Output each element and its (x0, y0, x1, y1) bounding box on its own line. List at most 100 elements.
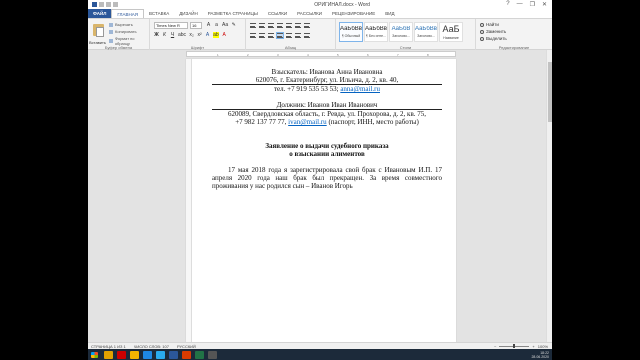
save-icon[interactable] (99, 2, 104, 7)
select-icon (480, 36, 484, 41)
tab-insert[interactable]: ВСТАВКА (144, 9, 174, 18)
style-heading-2[interactable]: АаБбВвГ Заголово... (414, 22, 438, 42)
letterbox-left (0, 0, 88, 360)
claimant-contacts: тел. +7 919 535 53 53; anna@mail.ru (212, 85, 442, 93)
quick-access-toolbar (88, 2, 178, 7)
show-marks-icon[interactable] (304, 23, 310, 28)
sort-icon[interactable] (295, 23, 301, 28)
strikethrough-button[interactable]: abc (178, 32, 186, 38)
screen: ОРИГИНАЛ.docx - Word ? — ❐ ✕ ФАЙЛ ГЛАВНА… (0, 0, 640, 360)
word-taskbar-icon[interactable] (169, 350, 178, 359)
redo-icon[interactable] (113, 2, 118, 7)
ribbon-tabs: ФАЙЛ ГЛАВНАЯ ВСТАВКА ДИЗАЙН РАЗМЕТКА СТР… (88, 9, 552, 18)
zoom-in-button[interactable]: + (532, 344, 534, 349)
undo-icon[interactable] (106, 2, 111, 7)
decrease-indent-icon[interactable] (277, 23, 283, 28)
tab-mailings[interactable]: РАССЫЛКИ (292, 9, 327, 18)
align-center-icon[interactable] (259, 33, 265, 38)
debtor-note: (паспорт, ИНН, место работы) (328, 118, 419, 126)
horizontal-ruler[interactable]: 123 456 78 (186, 51, 456, 57)
clipboard-group: Вставить Вырезать Копировать Формат по о… (88, 19, 150, 51)
debtor-line: Должник: Иванов Иван Иванович (212, 101, 442, 110)
letterbox-right (552, 0, 640, 360)
bullets-icon[interactable] (250, 23, 256, 28)
text-effects-button[interactable]: A (205, 32, 210, 38)
explorer-icon[interactable] (104, 350, 113, 359)
app-icon[interactable] (208, 350, 217, 359)
italic-button[interactable]: К (162, 32, 167, 38)
debtor-email-link[interactable]: ivan@mail.ru (288, 118, 327, 126)
font-name-box[interactable]: Times New R (154, 22, 188, 29)
zoom-level[interactable]: 100% (538, 344, 548, 349)
word-logo-icon (92, 2, 97, 7)
vertical-scrollbar[interactable] (546, 50, 552, 342)
language-indicator[interactable]: РУССКИЙ (177, 344, 196, 349)
numbering-icon[interactable] (259, 23, 265, 28)
shading-icon[interactable] (295, 33, 301, 38)
claimant-address: 620076, г. Екатеринбург, ул. Ильича, д. … (212, 76, 442, 85)
powerpoint-icon[interactable] (182, 350, 191, 359)
restore-button[interactable]: ❐ (530, 1, 535, 8)
select-button[interactable]: Выделить (480, 36, 507, 41)
replace-icon (480, 29, 484, 34)
chrome-icon[interactable] (130, 350, 139, 359)
zoom-slider[interactable] (499, 344, 530, 348)
grow-font-button[interactable]: A (206, 22, 211, 28)
justify-icon[interactable] (276, 32, 284, 39)
tab-design[interactable]: ДИЗАЙН (174, 9, 203, 18)
underline-button[interactable]: Ч (170, 32, 175, 38)
change-case-button[interactable]: Аа (222, 22, 228, 28)
superscript-button[interactable]: x² (197, 32, 202, 38)
tab-view[interactable]: ВИД (380, 9, 399, 18)
highlight-button[interactable]: ab (213, 32, 219, 38)
increase-indent-icon[interactable] (286, 23, 292, 28)
claimant-email-link[interactable]: anna@mail.ru (340, 85, 380, 93)
zoom-out-button[interactable]: − (494, 344, 496, 349)
tab-references[interactable]: ССЫЛКИ (263, 9, 292, 18)
paste-icon[interactable] (91, 22, 106, 39)
tab-home[interactable]: ГЛАВНАЯ (111, 9, 145, 18)
tab-review[interactable]: РЕЦЕНЗИРОВАНИЕ (327, 9, 380, 18)
font-size-box[interactable]: 16 (190, 22, 202, 29)
cut-button[interactable]: Вырезать (109, 22, 133, 27)
tab-file[interactable]: ФАЙЛ (88, 9, 112, 18)
start-button[interactable] (90, 351, 100, 359)
replace-button[interactable]: Заменить (480, 29, 506, 34)
find-button[interactable]: Найти (480, 22, 499, 27)
multilevel-list-icon[interactable] (268, 23, 274, 28)
excel-icon[interactable] (195, 350, 204, 359)
close-button[interactable]: ✕ (542, 1, 547, 8)
debtor-contacts: +7 982 137 77 77, ivan@mail.ru (паспорт,… (212, 118, 442, 126)
style-normal[interactable]: АаБбВвГг, ¶ Обычный (339, 22, 363, 42)
document-text[interactable]: Взыскатель: Иванова Анна Ивановна 620076… (212, 68, 442, 190)
align-right-icon[interactable] (268, 33, 274, 38)
styles-group: АаБбВвГг, ¶ Обычный АаБбВвГ ¶ Без инте..… (336, 19, 476, 51)
align-left-icon[interactable] (250, 33, 256, 38)
minimize-button[interactable]: — (517, 1, 523, 8)
document-page[interactable]: Взыскатель: Иванова Анна Ивановна 620076… (186, 59, 456, 344)
page-count[interactable]: СТРАНИЦА 1 ИЗ 1 (91, 344, 126, 349)
scroll-thumb[interactable] (548, 62, 552, 122)
clear-format-icon[interactable]: ✎ (231, 22, 236, 28)
zoom-control: − + 100% (494, 344, 552, 349)
line-spacing-icon[interactable] (286, 33, 292, 38)
help-button[interactable]: ? (506, 1, 509, 8)
internet-explorer-icon[interactable] (143, 350, 152, 359)
style-heading-1[interactable]: АаБбВ Заголово... (389, 22, 413, 42)
copy-button[interactable]: Копировать (109, 29, 137, 34)
word-window: ОРИГИНАЛ.docx - Word ? — ❐ ✕ ФАЙЛ ГЛАВНА… (88, 0, 552, 360)
borders-icon[interactable] (304, 33, 310, 38)
subscript-button[interactable]: x₂ (189, 32, 194, 38)
style-no-spacing[interactable]: АаБбВвГ ¶ Без инте... (364, 22, 388, 42)
font-color-button[interactable]: A (222, 32, 227, 38)
telegram-icon[interactable] (156, 350, 165, 359)
shrink-font-button[interactable]: a (214, 22, 219, 28)
align-buttons (250, 32, 310, 39)
clock-date[interactable]: 28.06.2020 (531, 355, 549, 359)
bold-button[interactable]: Ж (154, 32, 159, 38)
opera-icon[interactable] (117, 350, 126, 359)
word-count[interactable]: ЧИСЛО СЛОВ: 107 (134, 344, 169, 349)
claimant-phone: тел. +7 919 535 53 53; (274, 85, 339, 93)
tab-layout[interactable]: РАЗМЕТКА СТРАНИЦЫ (203, 9, 263, 18)
style-title[interactable]: АаБ Название (439, 22, 463, 42)
